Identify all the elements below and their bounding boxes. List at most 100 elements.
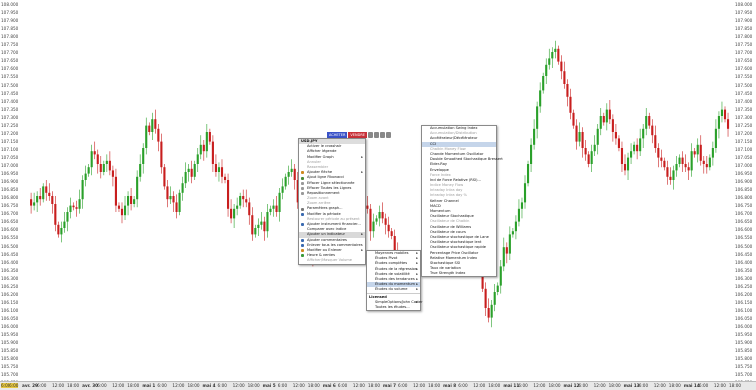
y-tick-label: 106.450 xyxy=(1,251,19,257)
candlestick-plot[interactable] xyxy=(0,0,756,389)
y-tick-label: 106.950 xyxy=(735,171,753,177)
y-tick-label: 106.200 xyxy=(735,291,753,297)
context-menu: USD.JPY Activer le crosshair Afficher lég… xyxy=(298,138,366,265)
candle-body xyxy=(154,119,157,129)
candle-body xyxy=(572,112,575,126)
context-menu-item-label: Ajouter flèche xyxy=(307,170,333,175)
candle-body xyxy=(675,164,678,171)
candle-body xyxy=(493,292,496,305)
y-tick-label: 107.250 xyxy=(1,122,19,128)
context-menu-item-label: Modifier ou Enlever xyxy=(307,247,342,252)
momentum-menu-item-label: Accélérateur/Décélérateur xyxy=(430,136,478,141)
candle-body xyxy=(539,90,542,107)
momentum-menu-item-label: Oscillateur de cours xyxy=(430,229,466,234)
y-tick-label: 107.250 xyxy=(735,122,753,128)
y-tick-label: 107.900 xyxy=(735,18,753,24)
candle-body xyxy=(636,144,639,152)
y-tick-label: 107.750 xyxy=(735,42,753,48)
context-menu-item-label: Rassembler xyxy=(307,164,329,169)
candle-body xyxy=(502,247,505,267)
y-tick-label: 107.650 xyxy=(735,58,753,64)
momentum-menu-item-label: Force Index xyxy=(430,172,451,177)
cursor-icon[interactable] xyxy=(379,132,385,138)
candle-body xyxy=(233,208,236,219)
candle-body xyxy=(687,167,690,171)
candle-body xyxy=(693,151,696,155)
candle-body xyxy=(208,132,211,142)
y-tick-label: 107.100 xyxy=(1,146,19,152)
candle-body xyxy=(217,167,221,172)
candle-body xyxy=(57,224,60,235)
candle-body xyxy=(684,164,687,168)
x-tick-label: 12:00 xyxy=(533,383,546,388)
candle-body xyxy=(578,132,581,142)
x-tick-label: 18:00 xyxy=(668,383,681,388)
menu-item-icon xyxy=(301,186,304,190)
y-tick-label: 105.950 xyxy=(735,332,753,338)
menu-item-icon xyxy=(301,238,304,242)
candle-body xyxy=(111,170,114,177)
candle-body xyxy=(505,247,508,254)
candle-body xyxy=(239,196,242,206)
momentum-menu-item[interactable]: True Strength Index xyxy=(422,271,496,276)
x-tick-label: mai 1 xyxy=(142,383,156,388)
candle-body xyxy=(654,135,657,148)
indicator-menu-item-label: Moyennes mobiles xyxy=(375,251,409,255)
x-tick-label: 12:00 xyxy=(593,383,606,388)
menu-item-icon xyxy=(301,254,304,258)
candle-body xyxy=(533,128,536,145)
indicator-menu-item[interactable]: Études du volume ▸ xyxy=(367,287,420,292)
x-tick-label: 6:00 xyxy=(217,383,227,388)
candle-body xyxy=(499,266,502,286)
candle-body xyxy=(381,212,384,219)
price-chart[interactable]: 108.000 107.950 107.900 107.850 107.800 107.7… xyxy=(0,0,756,390)
y-tick-label: 106.500 xyxy=(1,243,19,249)
momentum-menu-item-label: Stochastique SSI xyxy=(430,260,461,265)
indicator-menu-item[interactable]: Toutes les études... xyxy=(367,305,420,310)
hand-icon[interactable] xyxy=(385,132,391,138)
candle-body xyxy=(566,84,569,97)
x-tick-label: 18:00 xyxy=(67,383,80,388)
x-tick-label: mai 7 xyxy=(383,383,396,388)
context-menu-item-label: Modifier la période xyxy=(307,211,341,216)
indicator-menu-item-label: Toutes les études... xyxy=(375,304,410,309)
candle-body xyxy=(99,164,102,172)
candle-body xyxy=(708,157,711,168)
momentum-menu-item-label: Momentum xyxy=(430,209,451,213)
context-menu-item-label: Enlever tous les commentaires xyxy=(307,242,363,247)
candle-body xyxy=(584,148,587,155)
x-tick-label: 6:00 xyxy=(9,383,19,388)
momentum-menu-item-label: Enveloppe xyxy=(430,167,449,172)
candle-body xyxy=(69,205,72,212)
candle-body xyxy=(54,204,57,225)
y-tick-label: 107.100 xyxy=(735,146,753,152)
y-tick-label: 107.050 xyxy=(735,154,753,160)
candle-body xyxy=(211,141,214,164)
menu-item-icon xyxy=(301,212,304,216)
x-tick-label: 6:00 xyxy=(398,383,408,388)
wrench-icon[interactable] xyxy=(373,132,379,138)
candle-body xyxy=(605,109,608,123)
candle-body xyxy=(290,168,293,172)
x-tick-label: 12:00 xyxy=(52,383,65,388)
y-tick-label: 106.100 xyxy=(735,307,753,313)
x-tick-label: 12:00 xyxy=(172,383,185,388)
candle-body xyxy=(523,183,527,203)
momentum-menu-item-label: Double Smoothed Stochastique Bressert xyxy=(430,157,503,162)
candle-body xyxy=(142,148,145,164)
y-tick-label: 106.600 xyxy=(735,227,753,233)
y-tick-label: 107.550 xyxy=(735,74,753,80)
candle-body xyxy=(293,168,296,180)
pencil-icon[interactable] xyxy=(367,132,373,138)
y-tick-label: 106.250 xyxy=(735,283,753,289)
candle-body xyxy=(257,224,260,228)
context-menu-item-label: Ajouter un indicateur xyxy=(307,232,345,237)
candle-body xyxy=(530,144,533,164)
x-tick-label: 12:00 xyxy=(653,383,666,388)
candle-body xyxy=(39,196,42,200)
candle-body xyxy=(599,116,602,129)
y-tick-label: 106.550 xyxy=(735,235,753,241)
menu-item-icon xyxy=(301,207,304,211)
candle-body xyxy=(366,205,369,209)
y-tick-label: 107.400 xyxy=(1,98,19,104)
